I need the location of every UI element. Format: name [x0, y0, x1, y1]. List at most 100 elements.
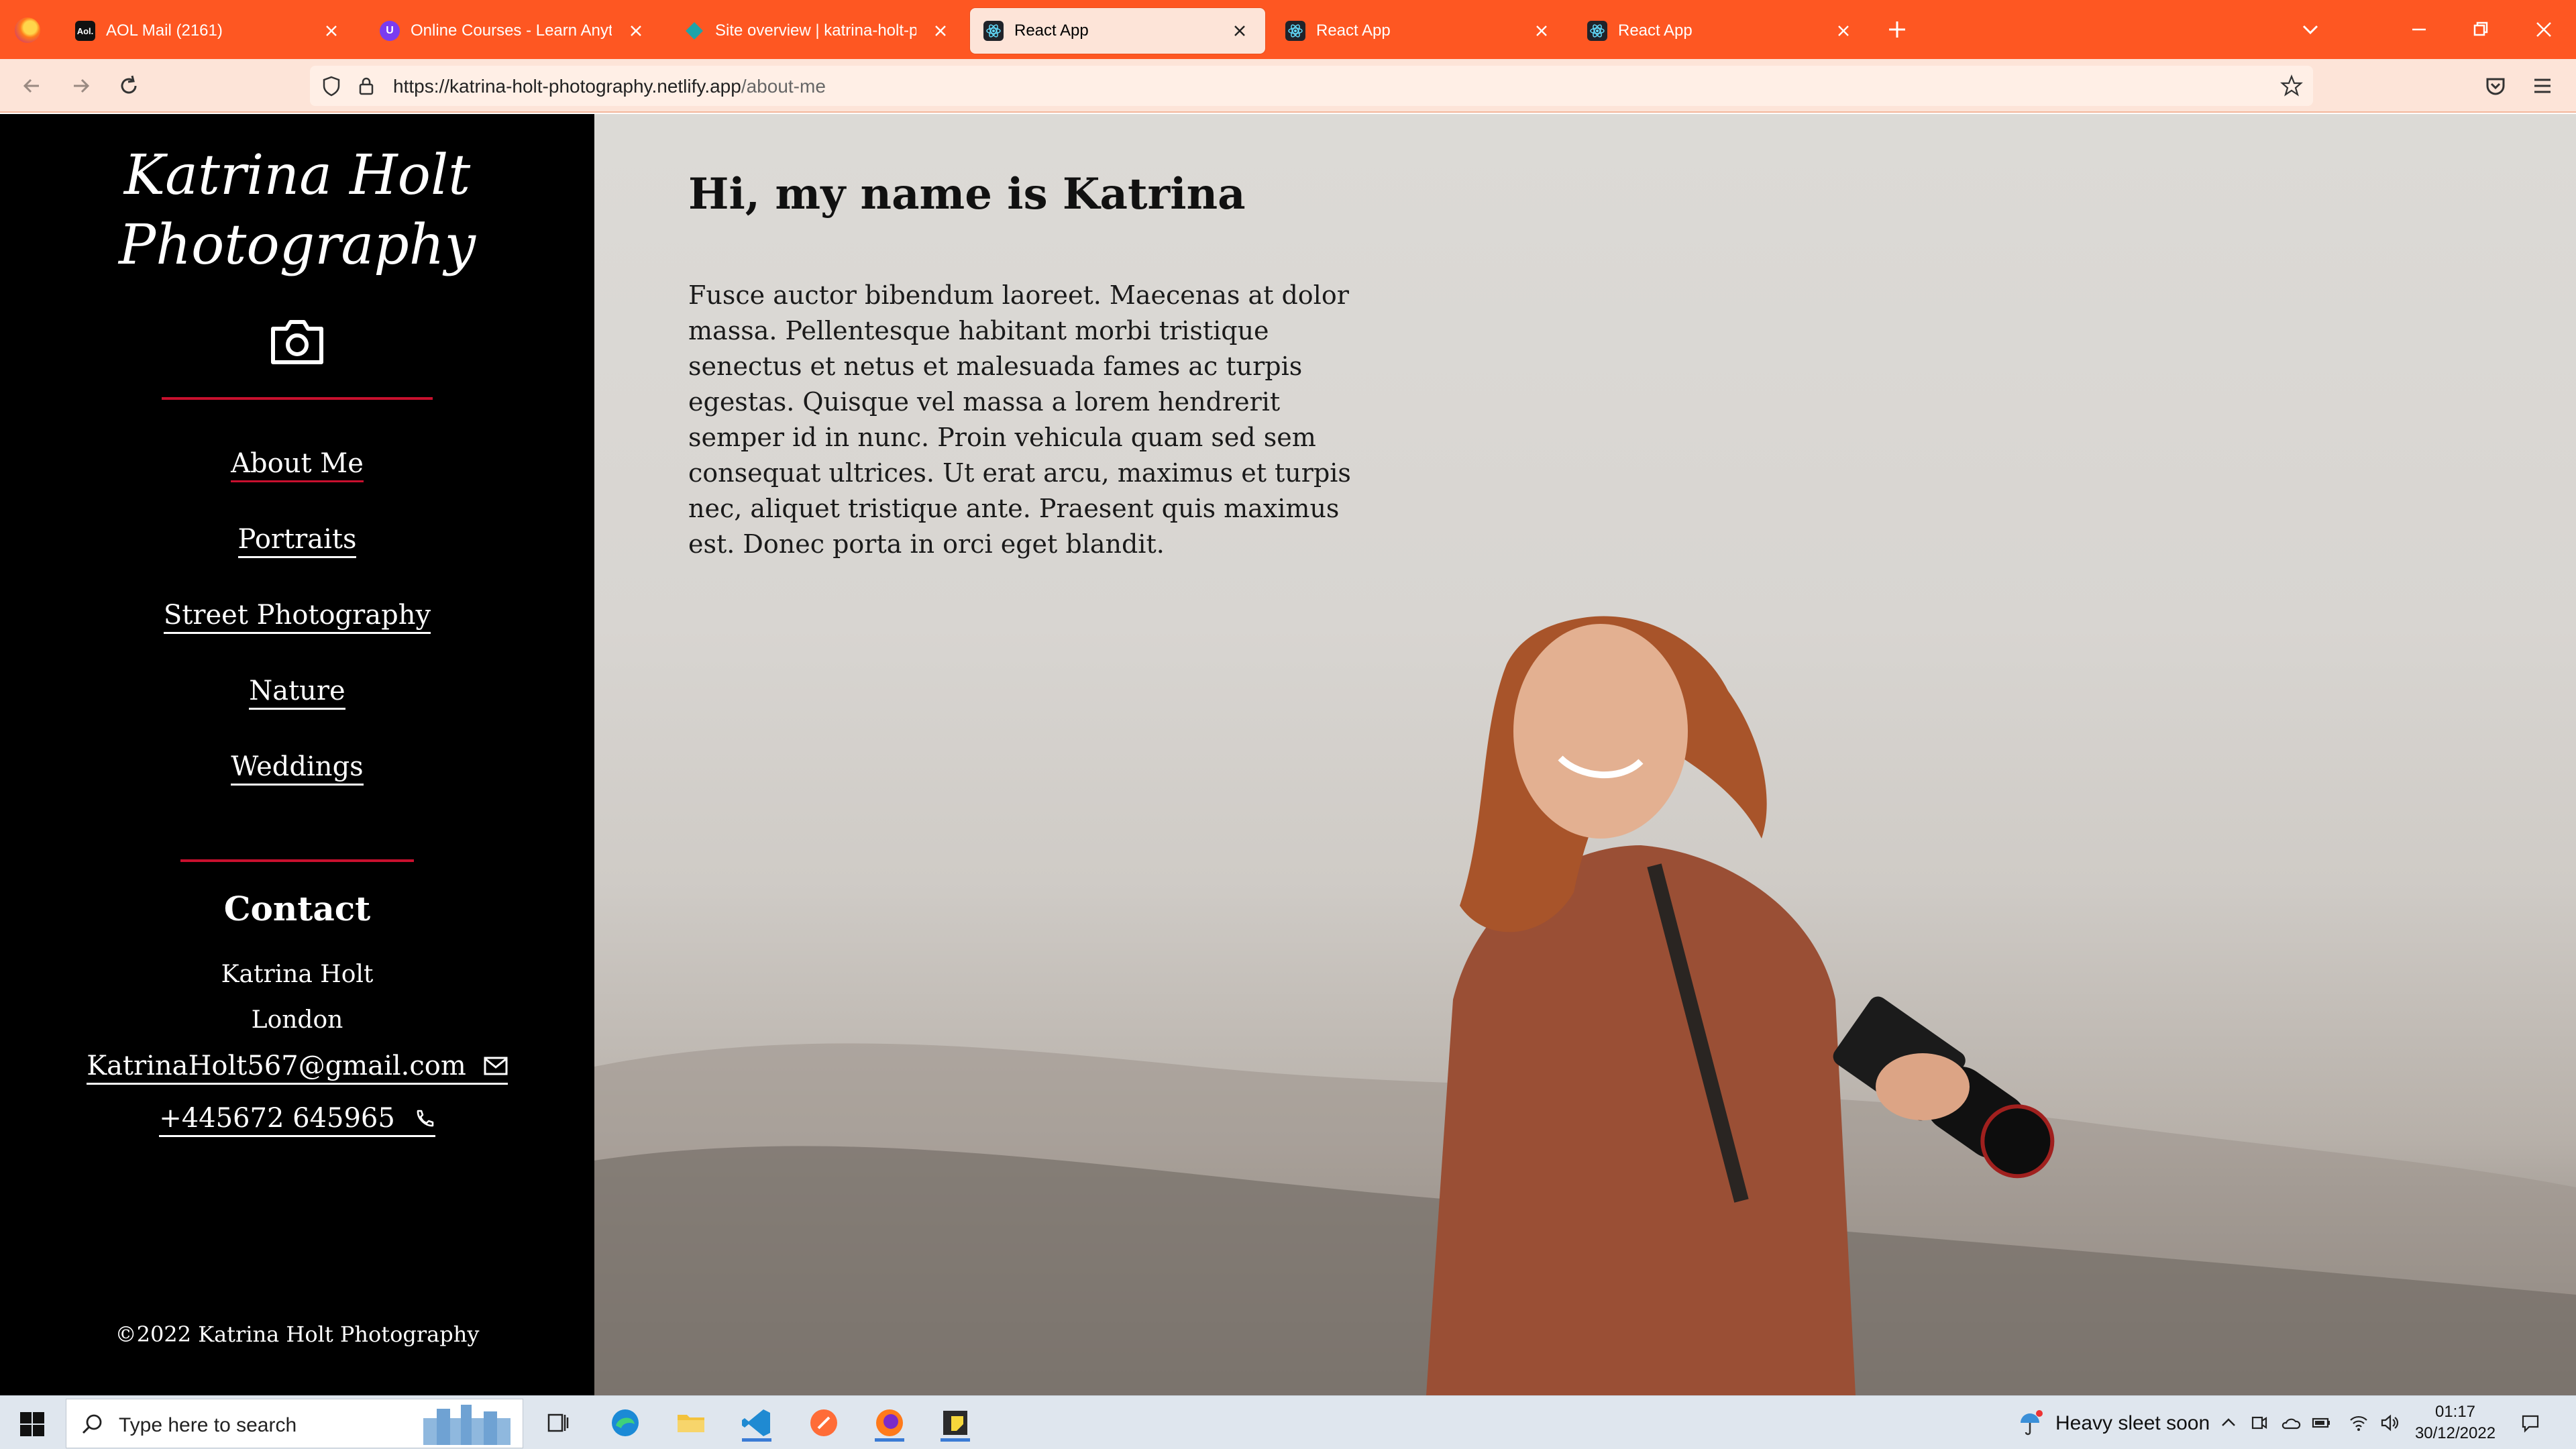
windows-start-icon[interactable]: [19, 1411, 46, 1438]
contact-heading: Contact: [223, 889, 371, 928]
tab-title: React App: [1014, 21, 1089, 40]
running-indicator: [742, 1438, 771, 1442]
footer-copyright: ©2022 Katrina Holt Photography: [115, 1322, 480, 1347]
url-host: https://katrina-holt-photography.netlify…: [393, 76, 741, 97]
brand-logo[interactable]: Katrina Holt Photography: [0, 141, 594, 280]
aol-favicon-icon: Aol.: [75, 21, 95, 41]
tab-react-app-active[interactable]: React App: [970, 8, 1265, 54]
tab-title: React App: [1316, 21, 1391, 40]
tab-title: AOL Mail (2161): [106, 21, 223, 40]
forward-arrow-icon[interactable]: [64, 70, 97, 102]
firefox-icon: [876, 1409, 903, 1436]
battery-icon[interactable]: [2310, 1412, 2332, 1434]
netlify-favicon-icon: [684, 21, 704, 41]
close-icon[interactable]: [931, 21, 950, 40]
about-paragraph: Fusce auctor bibendum laoreet. Maecenas …: [688, 280, 1351, 559]
search-highlight-illustration-icon: [423, 1405, 511, 1445]
contact-email-link[interactable]: KatrinaHolt567@gmail.com: [0, 1051, 594, 1085]
close-icon[interactable]: [627, 21, 645, 40]
chevron-up-icon[interactable]: [2218, 1412, 2239, 1434]
divider-bottom: [180, 859, 414, 862]
running-indicator: [875, 1438, 904, 1442]
contact-phone: +445672 645965: [159, 1103, 395, 1134]
brand-line-1: Katrina Holt: [123, 144, 471, 207]
sticky-notes-icon: [943, 1411, 967, 1435]
windows-taskbar: Type here to search Heavy sleet soon 01:…: [0, 1395, 2576, 1449]
reload-icon[interactable]: [113, 70, 145, 102]
vscode-icon: [742, 1409, 770, 1436]
hero-section: Hi, my name is Katrina Fusce auctor bibe…: [594, 114, 2576, 1395]
taskbar-search-box[interactable]: Type here to search: [66, 1399, 523, 1448]
restore-icon[interactable]: [2466, 15, 2496, 44]
close-icon[interactable]: [1834, 21, 1853, 40]
menu-hamburger-icon[interactable]: [2526, 70, 2559, 102]
sidebar: Katrina Holt Photography About Me Portra…: [0, 114, 594, 1395]
tab-title: React App: [1618, 21, 1693, 40]
notification-center-icon[interactable]: [2520, 1412, 2541, 1434]
camera-icon: [271, 320, 323, 364]
shield-icon[interactable]: [319, 74, 343, 98]
minimize-icon[interactable]: [2404, 15, 2434, 44]
address-bar[interactable]: https://katrina-holt-photography.netlify…: [310, 66, 2313, 106]
vscode-app[interactable]: [738, 1404, 775, 1442]
bookmark-star-icon[interactable]: [2279, 74, 2304, 98]
nav-portraits[interactable]: Portraits: [0, 524, 594, 558]
page-title: Hi, my name is Katrina: [688, 169, 1246, 219]
task-view-icon[interactable]: [539, 1404, 577, 1442]
nav-street-photography[interactable]: Street Photography: [0, 600, 594, 634]
tab-react-app-3[interactable]: React App: [1574, 8, 1869, 54]
search-icon: [82, 1414, 102, 1434]
new-tab-plus-icon[interactable]: [1882, 15, 1912, 44]
lock-icon[interactable]: [354, 74, 378, 98]
phone-icon: [417, 1110, 434, 1127]
weather-text[interactable]: Heavy sleet soon: [2055, 1412, 2210, 1435]
tab-title: Site overview | katrina-holt-pho: [715, 21, 916, 40]
tab-react-app-2[interactable]: React App: [1272, 8, 1567, 54]
url-text: https://katrina-holt-photography.netlify…: [393, 76, 826, 97]
nav-weddings[interactable]: Weddings: [0, 751, 594, 786]
navigation-bar: https://katrina-holt-photography.netlify…: [0, 59, 2576, 113]
close-icon[interactable]: [322, 21, 341, 40]
contact-email: KatrinaHolt567@gmail.com: [87, 1051, 466, 1081]
edge-browser-icon[interactable]: [606, 1404, 644, 1442]
react-favicon-icon: [1587, 21, 1607, 41]
nav-about-me[interactable]: About Me: [0, 448, 594, 482]
wifi-icon[interactable]: [2348, 1412, 2369, 1434]
weather-sleet-icon[interactable]: [2015, 1408, 2045, 1438]
back-arrow-icon[interactable]: [16, 70, 48, 102]
brand-line-2: Photography: [119, 213, 476, 277]
tab-site-overview[interactable]: Site overview | katrina-holt-pho: [671, 8, 966, 54]
clock-date: 30/12/2022: [2414, 1424, 2496, 1442]
firefox-logo-icon[interactable]: [15, 17, 40, 43]
window-close-icon[interactable]: [2529, 15, 2559, 44]
pocket-icon[interactable]: [2479, 70, 2512, 102]
page-content: Katrina Holt Photography About Me Portra…: [0, 114, 2576, 1395]
sticky-notes-app[interactable]: [936, 1404, 974, 1442]
tab-online-courses[interactable]: U Online Courses - Learn Anything: [366, 8, 661, 54]
close-icon[interactable]: [1230, 21, 1249, 40]
nav-nature[interactable]: Nature: [0, 676, 594, 710]
divider-top: [162, 397, 433, 400]
tab-list-chevron-down-icon[interactable]: [2296, 15, 2325, 44]
contact-phone-link[interactable]: +445672 645965: [0, 1103, 594, 1137]
onedrive-cloud-icon[interactable]: [2279, 1412, 2301, 1434]
react-favicon-icon: [1285, 21, 1305, 41]
contact-name: Katrina Holt: [221, 961, 374, 988]
clock-time: 01:17: [2434, 1403, 2476, 1421]
url-path: /about-me: [741, 76, 826, 97]
react-favicon-icon: [983, 21, 1004, 41]
udemy-favicon-icon: U: [380, 21, 400, 41]
postman-icon[interactable]: [805, 1404, 843, 1442]
close-icon[interactable]: [1532, 21, 1551, 40]
search-placeholder: Type here to search: [119, 1414, 297, 1436]
running-indicator: [941, 1438, 970, 1442]
file-explorer-icon[interactable]: [672, 1404, 710, 1442]
tab-title: Online Courses - Learn Anything: [411, 21, 612, 40]
tab-strip: Aol. AOL Mail (2161) U Online Courses - …: [0, 0, 2576, 59]
tab-aol-mail[interactable]: Aol. AOL Mail (2161): [62, 8, 357, 54]
envelope-icon: [484, 1057, 508, 1075]
contact-city: London: [251, 1006, 343, 1034]
system-clock[interactable]: 01:17 30/12/2022: [2395, 1401, 2516, 1444]
firefox-app[interactable]: [871, 1404, 908, 1442]
meet-now-icon[interactable]: [2249, 1412, 2270, 1434]
